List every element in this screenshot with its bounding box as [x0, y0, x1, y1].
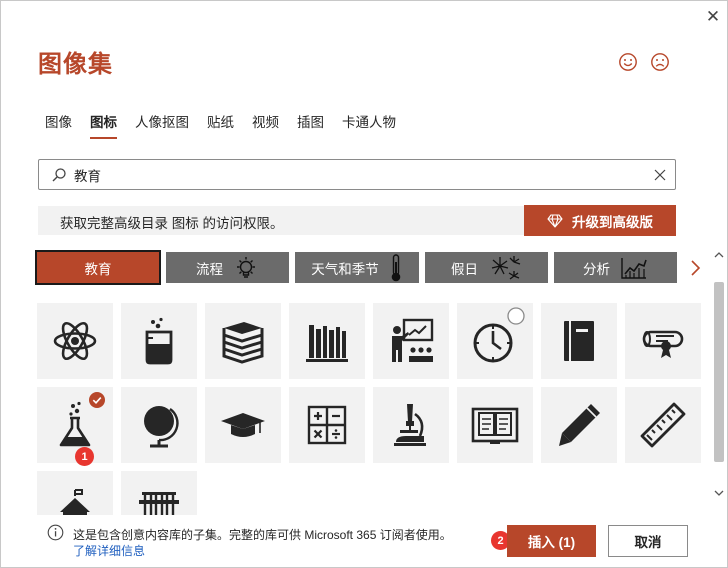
category-label: 假日 — [451, 261, 478, 277]
upgrade-banner: 获取完整高级目录 图标 的访问权限。 升级到高级版 — [38, 205, 676, 236]
subscription-info-text: 这是包含创意内容库的子集。完整的库可供 Microsoft 365 订阅者使用。 — [73, 528, 452, 542]
tab-bar: 图像 图标 人像抠图 贴纸 视频 插图 卡通人物 — [45, 111, 414, 139]
frown-feedback-icon[interactable] — [650, 52, 670, 72]
school-icon — [60, 489, 90, 515]
search-icon — [52, 168, 66, 182]
tab-cartoon-people[interactable]: 卡通人物 — [342, 111, 396, 139]
icon-tile-pencil[interactable] — [541, 387, 617, 463]
test-tubes-icon — [139, 492, 179, 515]
tab-stickers[interactable]: 贴纸 — [207, 111, 234, 139]
icon-tile-notebook[interactable] — [541, 303, 617, 379]
icon-tile-school[interactable] — [37, 471, 113, 515]
category-education[interactable]: 教育 — [35, 250, 161, 285]
category-process[interactable]: 流程 — [166, 252, 289, 283]
icon-tile-clock[interactable] — [457, 303, 533, 379]
thermometer-icon — [391, 253, 401, 281]
upgrade-button-label: 升级到高级版 — [572, 214, 653, 230]
icon-tile-beaker[interactable] — [121, 303, 197, 379]
category-analytics[interactable]: 分析 — [554, 252, 677, 283]
upgrade-message: 获取完整高级目录 图标 的访问权限。 — [60, 216, 284, 231]
tab-cutout-people[interactable]: 人像抠图 — [135, 111, 189, 139]
category-label: 教育 — [84, 261, 112, 277]
calculator-icon — [307, 405, 347, 445]
beaker-icon — [145, 317, 173, 365]
icon-grid — [37, 303, 707, 515]
category-holidays[interactable]: 假日 — [425, 252, 548, 283]
teacher-classroom-icon — [392, 318, 434, 362]
learn-more-link[interactable]: 了解详细信息 — [73, 542, 145, 559]
scroll-down-icon[interactable] — [714, 488, 724, 498]
line-chart-icon — [621, 257, 647, 279]
category-label: 分析 — [583, 261, 610, 277]
dialog-title: 图像集 — [38, 51, 113, 78]
category-label: 天气和季节 — [311, 261, 379, 277]
icon-tile-ruler[interactable] — [625, 387, 701, 463]
icon-tile-diploma[interactable] — [625, 303, 701, 379]
close-icon: ✕ — [705, 7, 721, 26]
bookshelf-icon — [306, 325, 348, 362]
icon-tile-teacher-classroom[interactable] — [373, 303, 449, 379]
close-button[interactable]: ✕ — [701, 5, 725, 29]
search-box — [38, 159, 676, 190]
tab-icons[interactable]: 图标 — [90, 111, 117, 139]
microscope-icon — [394, 404, 426, 446]
icon-tile-bookshelf[interactable] — [289, 303, 365, 379]
icon-tile-globe[interactable] — [121, 387, 197, 463]
clear-search-icon[interactable] — [652, 167, 668, 183]
scroll-thumb[interactable] — [714, 282, 724, 462]
icon-tile-microscope[interactable] — [373, 387, 449, 463]
scroll-up-icon[interactable] — [714, 250, 724, 260]
icon-tile-test-tubes[interactable] — [121, 471, 197, 515]
tab-illustrations[interactable]: 插图 — [297, 111, 324, 139]
lightbulb-icon — [237, 256, 255, 278]
graduation-cap-icon — [221, 413, 265, 437]
notebook-icon — [564, 321, 594, 361]
icon-gallery-dialog: ✕ 图像集 图像 图标 人像抠图 贴纸 视频 插图 卡通人物 获取完整高级目录 … — [0, 0, 728, 568]
diploma-icon — [642, 330, 684, 358]
smile-feedback-icon[interactable] — [618, 52, 638, 72]
pencil-icon — [559, 404, 600, 446]
tab-videos[interactable]: 视频 — [252, 111, 279, 139]
selected-check-icon[interactable] — [89, 392, 105, 408]
icon-tile-graduation-cap[interactable] — [205, 387, 281, 463]
vertical-scrollbar[interactable] — [711, 250, 727, 508]
unselected-checkbox-icon[interactable] — [506, 306, 526, 326]
cancel-button[interactable]: 取消 — [608, 525, 688, 557]
category-label: 流程 — [196, 261, 223, 277]
chevron-right-icon[interactable] — [685, 258, 705, 278]
category-weather-seasons[interactable]: 天气和季节 — [295, 252, 419, 283]
fireworks-icon — [491, 255, 521, 280]
book-stack-icon — [222, 322, 264, 364]
icon-tile-book-stack[interactable] — [205, 303, 281, 379]
diamond-icon — [547, 213, 563, 228]
open-book-icon — [471, 407, 519, 444]
atom-icon — [53, 321, 97, 361]
step-badge-1: 1 — [75, 447, 94, 466]
icon-tile-open-book[interactable] — [457, 387, 533, 463]
icon-tile-atom[interactable] — [37, 303, 113, 379]
info-icon — [47, 524, 64, 541]
upgrade-button[interactable]: 升级到高级版 — [524, 205, 676, 236]
icon-tile-calculator[interactable] — [289, 387, 365, 463]
category-strip: 教育 流程 天气和季节 假日 分析 — [35, 250, 683, 286]
insert-button[interactable]: 插入 (1) — [507, 525, 596, 557]
tab-images[interactable]: 图像 — [45, 111, 72, 139]
globe-icon — [144, 406, 179, 448]
search-input[interactable] — [74, 165, 634, 185]
ruler-icon — [640, 402, 686, 448]
